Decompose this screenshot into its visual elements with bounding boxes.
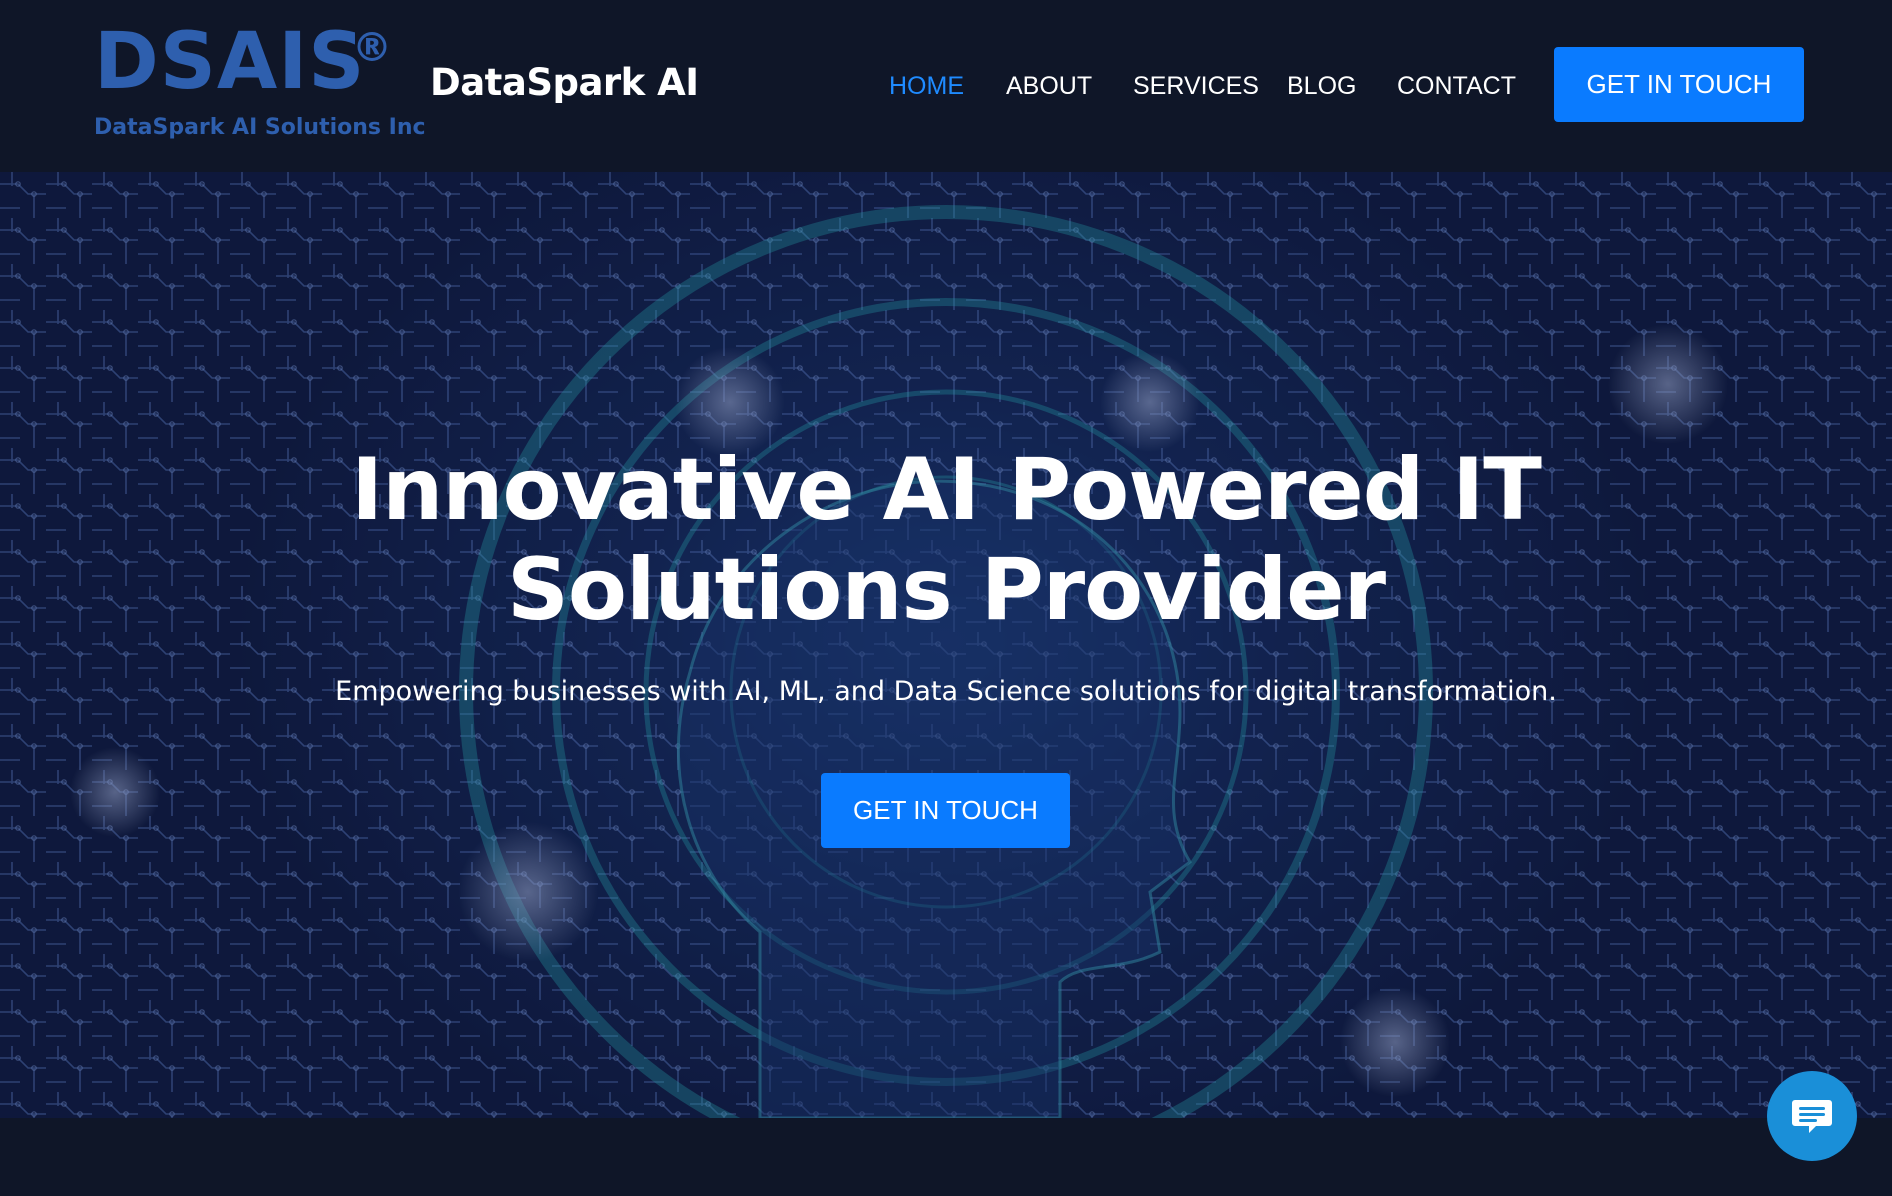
page-footer-band bbox=[0, 1118, 1892, 1196]
logo-subtitle: DataSpark AI Solutions Inc bbox=[94, 115, 426, 140]
brand-name[interactable]: DataSpark AI bbox=[430, 60, 699, 106]
nav-blog[interactable]: BLOG bbox=[1287, 68, 1356, 104]
nav-contact[interactable]: CONTACT bbox=[1397, 68, 1516, 104]
nav-home[interactable]: HOME bbox=[889, 68, 964, 104]
hero-overlay bbox=[0, 172, 1892, 1118]
hero-title-line-2: Solutions Provider bbox=[506, 540, 1386, 640]
hero-title-line-1: Innovative AI Powered IT bbox=[351, 440, 1542, 540]
hero-section: Innovative AI Powered IT Solutions Provi… bbox=[0, 172, 1892, 1118]
hero-get-in-touch-button[interactable]: GET IN TOUCH bbox=[821, 773, 1070, 848]
site-header: DSAIS ® DataSpark AI Solutions Inc DataS… bbox=[0, 0, 1892, 172]
nav-about[interactable]: ABOUT bbox=[1006, 68, 1092, 104]
header-get-in-touch-button[interactable]: GET IN TOUCH bbox=[1554, 47, 1804, 122]
nav-services[interactable]: SERVICES bbox=[1133, 68, 1259, 104]
chat-icon bbox=[1792, 1100, 1832, 1133]
chat-widget-button[interactable] bbox=[1767, 1071, 1857, 1161]
company-logo[interactable]: DSAIS ® DataSpark AI Solutions Inc bbox=[94, 17, 426, 150]
logo-wordmark: DSAIS bbox=[94, 17, 366, 107]
hero-subtitle: Empowering businesses with AI, ML, and D… bbox=[335, 676, 1557, 707]
registered-mark: ® bbox=[352, 25, 392, 71]
hero-title: Innovative AI Powered IT Solutions Provi… bbox=[246, 440, 1646, 640]
